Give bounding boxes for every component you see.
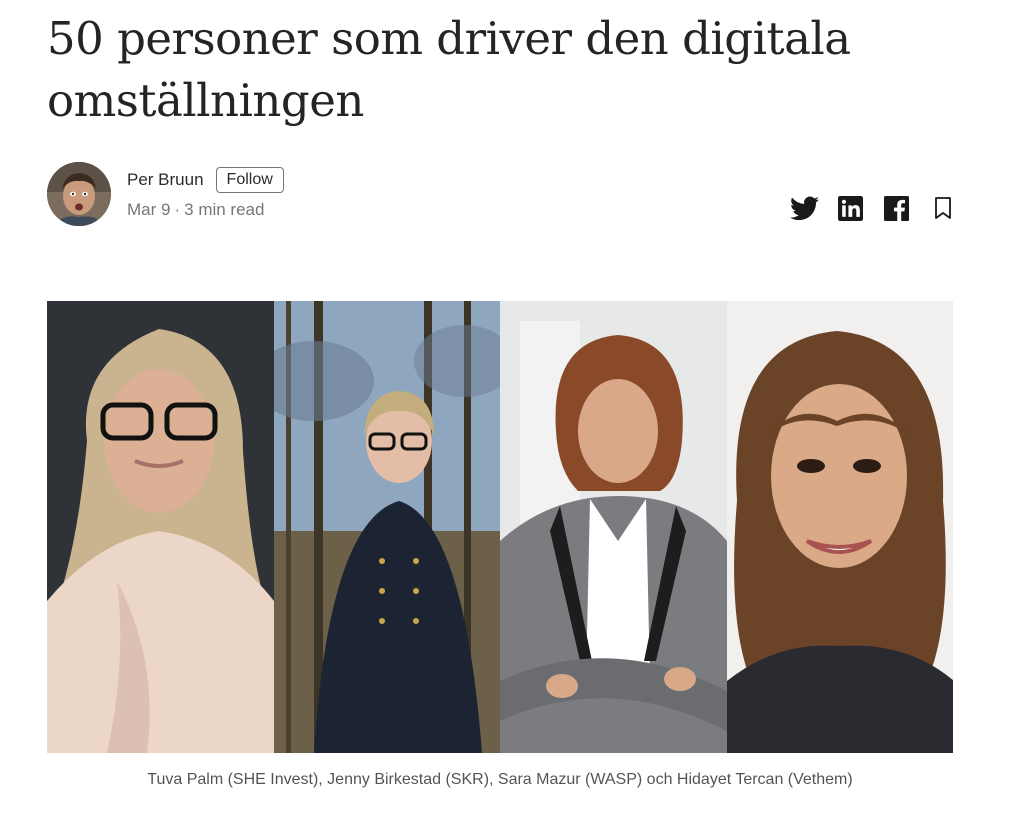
post-date: Mar 9: [127, 200, 171, 219]
twitter-icon[interactable]: [790, 194, 819, 223]
follow-button[interactable]: Follow: [215, 167, 284, 193]
portrait-3: [500, 301, 727, 753]
portrait-4: [726, 301, 953, 753]
read-time: 3 min read: [184, 200, 265, 219]
author-name[interactable]: Per Bruun: [127, 170, 204, 190]
portrait-2: [273, 301, 500, 753]
bookmark-icon[interactable]: [928, 194, 957, 223]
post-meta: Mar 9 · 3 min read: [127, 200, 264, 220]
article-title: 50 personer som driver den digitala omst…: [47, 12, 851, 127]
author-avatar[interactable]: [47, 162, 111, 226]
article-image: [47, 301, 953, 753]
image-caption: Tuva Palm (SHE Invest), Jenny Birkestad …: [147, 771, 853, 788]
linkedin-icon[interactable]: [836, 194, 865, 223]
meta-separator: ·: [174, 200, 181, 219]
share-bar: [790, 194, 957, 223]
facebook-icon[interactable]: [882, 194, 911, 223]
portrait-1: [47, 301, 274, 753]
byline: Per Bruun Follow Mar 9 · 3 min read: [47, 162, 957, 228]
